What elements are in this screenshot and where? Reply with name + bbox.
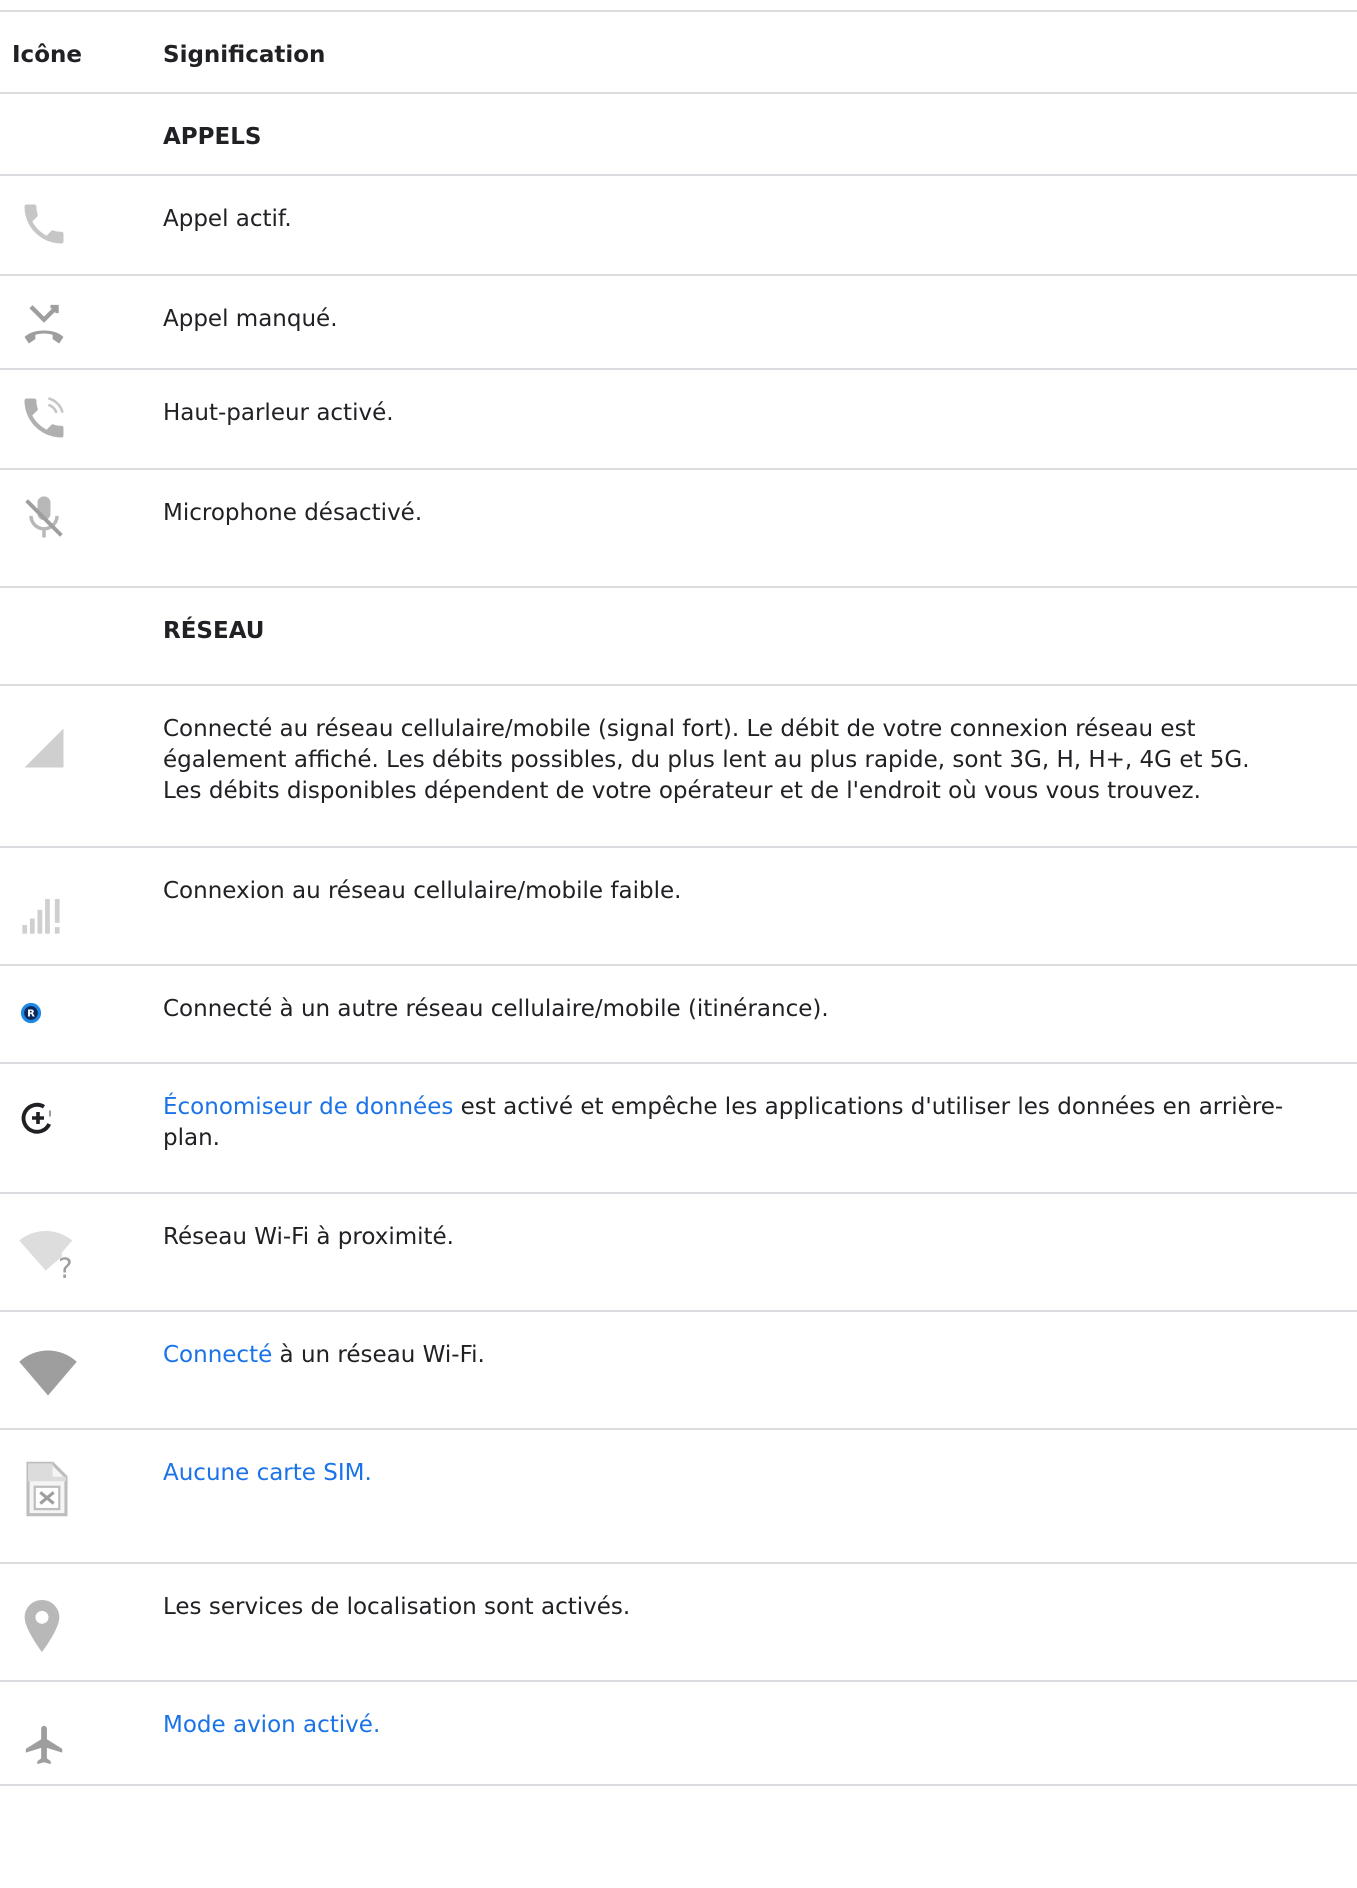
row-text: Les services de localisation sont activé… (163, 1594, 631, 1620)
svg-text:R: R (27, 1009, 35, 1020)
no-sim-icon (24, 1460, 70, 1518)
table-row: Connecté à un réseau Wi-Fi. (0, 1310, 1357, 1428)
icon-meaning-table: Icône Signification APPELS Appel actif. … (0, 10, 1357, 1786)
signal-weak-icon (18, 886, 70, 938)
table-row: Microphone désactivé. (0, 468, 1357, 586)
table-row: Appel actif. (0, 174, 1357, 274)
table-row: Économiseur de données est activé et emp… (0, 1062, 1357, 1192)
table-row: R Connecté à un autre réseau cellulaire/… (0, 964, 1357, 1062)
row-text: Haut-parleur activé. (163, 400, 394, 426)
roaming-icon: R (20, 1002, 42, 1024)
table-row: ? Réseau Wi-Fi à proximité. (0, 1192, 1357, 1310)
signal-strong-icon (18, 722, 70, 774)
icon-column-header: Icône (12, 42, 82, 68)
section-title-network: RÉSEAU (163, 618, 265, 644)
table-row: Connexion au réseau cellulaire/mobile fa… (0, 846, 1357, 964)
table-row: Aucune carte SIM. (0, 1428, 1357, 1562)
airplane-icon (22, 1722, 68, 1768)
missed-call-icon (18, 298, 70, 350)
svg-text:?: ? (58, 1251, 73, 1280)
row-text: Appel manqué. (163, 306, 338, 332)
table-row: Appel manqué. (0, 274, 1357, 368)
section-row-network: RÉSEAU (0, 586, 1357, 684)
row-text-rest: à un réseau Wi-Fi. (272, 1342, 485, 1368)
row-text: Connecté à un réseau Wi-Fi. (163, 1340, 1293, 1371)
row-text: Appel actif. (163, 206, 292, 232)
row-text: Mode avion activé. (163, 1710, 1293, 1741)
data-saver-link[interactable]: Économiseur de données (163, 1094, 453, 1120)
row-text: Microphone désactivé. (163, 500, 423, 526)
row-text: Réseau Wi-Fi à proximité. (163, 1224, 454, 1250)
wifi-icon (18, 1348, 78, 1398)
location-pin-icon (24, 1600, 60, 1652)
mic-off-icon (18, 492, 70, 544)
speakerphone-icon (18, 392, 70, 444)
airplane-mode-link[interactable]: Mode avion activé. (163, 1712, 380, 1738)
section-row-calls: APPELS (0, 92, 1357, 174)
wifi-question-icon: ? (18, 1224, 78, 1280)
no-sim-link[interactable]: Aucune carte SIM. (163, 1460, 372, 1486)
table-row: Les services de localisation sont activé… (0, 1562, 1357, 1680)
wifi-connected-link[interactable]: Connecté (163, 1342, 272, 1368)
phone-icon (18, 198, 70, 250)
section-title-calls: APPELS (163, 124, 262, 150)
table-row: Connecté au réseau cellulaire/mobile (si… (0, 684, 1357, 846)
meaning-column-header: Signification (163, 42, 326, 68)
row-text: Connecté à un autre réseau cellulaire/mo… (163, 996, 829, 1022)
row-text: Économiseur de données est activé et emp… (163, 1092, 1293, 1154)
table-row: Mode avion activé. (0, 1680, 1357, 1786)
table-header-row: Icône Signification (0, 10, 1357, 92)
data-saver-icon (20, 1100, 56, 1136)
row-text: Connexion au réseau cellulaire/mobile fa… (163, 878, 682, 904)
row-text: Aucune carte SIM. (163, 1458, 1293, 1489)
row-text: Connecté au réseau cellulaire/mobile (si… (163, 716, 1250, 804)
table-row: Haut-parleur activé. (0, 368, 1357, 468)
